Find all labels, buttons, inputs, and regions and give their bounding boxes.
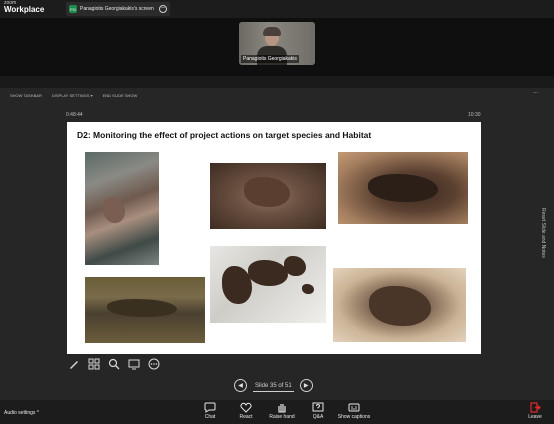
colony-cluster	[244, 177, 290, 207]
top-bar: zoom Workplace PG Panagiotis Georgiakaki…	[0, 0, 554, 18]
more-options-icon[interactable]: ...	[533, 89, 538, 95]
guano-pile	[368, 174, 438, 202]
slide-counter-underline	[253, 390, 294, 392]
show-taskbar-button[interactable]: SHOW TASKBAR	[10, 93, 42, 98]
screen-share-tab[interactable]: PG Panagiotis Georgiakakis's screen –	[66, 2, 170, 16]
presenter-initials-badge: PG	[69, 5, 77, 13]
guano-stain-2	[248, 260, 288, 286]
previous-slide-button[interactable]: ◀	[234, 379, 247, 392]
next-slide-button[interactable]: ▶	[299, 379, 313, 392]
bat-shape	[103, 197, 125, 223]
meeting-controls-bar: Audio settings ^ Chat React Raise hand Q…	[0, 400, 554, 424]
participant-video-thumbnail[interactable]: Panagiotis Georgiakakis	[239, 22, 315, 65]
pen-icon[interactable]	[67, 357, 81, 371]
qa-label: Q&A	[312, 414, 324, 420]
floor-debris	[107, 299, 177, 317]
cave-floor-bats-photo	[85, 277, 205, 343]
see-all-slides-icon[interactable]	[87, 357, 101, 371]
hand-icon	[278, 404, 286, 413]
audio-settings-button[interactable]: Audio settings ^	[4, 410, 39, 416]
slide-tools	[67, 356, 167, 372]
guano-stain-3	[284, 256, 306, 276]
guano-cave-photo	[338, 152, 468, 224]
reset-slide-notes-label[interactable]: Reset Slide and Notes	[540, 208, 546, 258]
presenter-toolbar: SHOW TASKBAR DISPLAY SETTINGS ▾ END SLID…	[0, 88, 540, 102]
guano-sample-photo	[333, 268, 466, 342]
black-screen-icon[interactable]	[127, 357, 141, 371]
logo-bottom-text: Workplace	[4, 5, 45, 14]
leave-label: Leave	[528, 414, 542, 420]
bat-photo-cave-wall	[85, 152, 159, 265]
minimize-icon[interactable]: –	[159, 5, 167, 13]
heart-icon	[240, 402, 252, 413]
screen-share-tab-label: Panagiotis Georgiakakis's screen	[80, 6, 154, 12]
end-slide-show-button[interactable]: END SLIDE SHOW	[103, 93, 138, 98]
slide-counter[interactable]: Slide 35 of 51	[253, 382, 294, 392]
show-captions-label: Show captions	[337, 414, 371, 420]
captions-icon	[348, 403, 360, 412]
presentation-timer: 0:48:44	[66, 112, 83, 118]
react-label: React	[239, 414, 253, 420]
zoom-workplace-logo: zoom Workplace	[4, 1, 44, 14]
slide-navigation: ◀ Slide 35 of 51 ▶	[234, 379, 313, 392]
bat-colony-photo	[210, 163, 326, 229]
display-settings-button[interactable]: DISPLAY SETTINGS ▾	[52, 93, 93, 98]
chat-label: Chat	[204, 414, 216, 420]
qa-icon	[312, 402, 324, 412]
video-strip: Panagiotis Georgiakakis	[0, 18, 554, 76]
guano-stain-4	[302, 284, 314, 294]
slide-title: D2: Monitoring the effect of project act…	[77, 130, 372, 140]
raise-hand-button[interactable]: Raise hand	[262, 402, 302, 420]
shared-screen-area: SHOW TASKBAR DISPLAY SETTINGS ▾ END SLID…	[0, 88, 554, 400]
participant-hair	[263, 27, 281, 36]
guano-sample-pile	[369, 286, 431, 326]
current-slide: D2: Monitoring the effect of project act…	[67, 122, 481, 354]
raise-hand-label: Raise hand	[269, 414, 295, 420]
guano-on-paper-photo	[210, 246, 326, 323]
presentation-clock: 10:30	[468, 112, 481, 118]
leave-button[interactable]: Leave	[524, 402, 546, 420]
slide-counter-text: Slide 35 of 51	[255, 382, 292, 389]
chat-button[interactable]: Chat	[190, 402, 230, 420]
show-captions-button[interactable]: Show captions	[334, 402, 374, 420]
participant-name-label: Panagiotis Georgiakakis	[241, 55, 299, 63]
zoom-magnifier-icon[interactable]	[107, 357, 121, 371]
react-button[interactable]: React	[226, 402, 266, 420]
more-options-circle-icon[interactable]	[147, 357, 161, 371]
leave-icon	[530, 402, 541, 413]
qa-button[interactable]: Q&A	[298, 402, 338, 420]
chat-icon	[204, 402, 216, 413]
